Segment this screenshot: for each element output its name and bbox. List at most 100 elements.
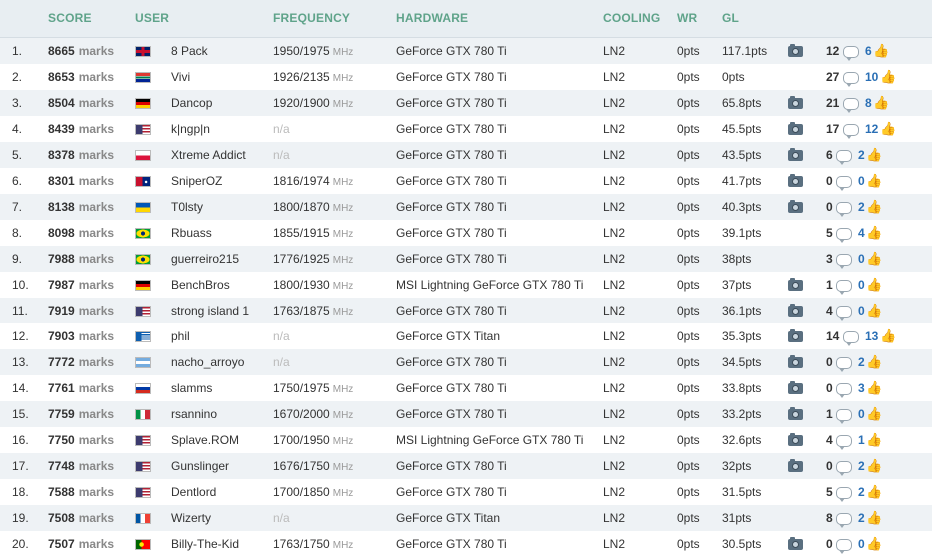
table-row[interactable]: 11. 7919 marks strong island 1 1763/1875 M… — [0, 297, 932, 324]
thumbs-up-icon[interactable]: 👍 — [866, 433, 882, 446]
table-row[interactable]: 7. 8138 marks T0lsty 1800/1870 MHz GeForce… — [0, 193, 932, 220]
user-link[interactable]: Billy-The-Kid — [171, 538, 239, 551]
table-row[interactable]: 13. 7772 marks nacho_arroyo n/a GeForce G… — [0, 349, 932, 376]
comment-icon[interactable] — [836, 175, 852, 191]
thumbs-up-icon[interactable]: 👍 — [866, 226, 882, 239]
thumbs-up-icon[interactable]: 👍 — [866, 252, 882, 265]
thumbs-up-icon[interactable]: 👍 — [866, 200, 882, 213]
user-link[interactable]: Dentlord — [171, 486, 216, 499]
thumbs-up-icon[interactable]: 👍 — [866, 459, 882, 472]
user-link[interactable]: T0lsty — [171, 200, 203, 214]
camera-icon[interactable] — [788, 355, 803, 369]
comment-icon[interactable] — [843, 123, 859, 139]
table-row[interactable]: 12. 7903 marks phil n/a GeForce GTX Titan… — [0, 323, 932, 350]
comment-icon[interactable] — [836, 149, 852, 165]
camera-icon[interactable] — [788, 303, 803, 317]
hardware-link[interactable]: GeForce GTX 780 Ti — [396, 122, 507, 136]
hardware-link[interactable]: GeForce GTX 780 Ti — [396, 382, 507, 395]
table-row[interactable]: 3. 8504 marks Dancop 1920/1900 MHz GeForce… — [0, 89, 932, 116]
camera-icon[interactable] — [788, 44, 803, 57]
camera-icon[interactable] — [788, 433, 803, 447]
table-row[interactable]: 10. 7987 marks BenchBros 1800/1930 MHz MSI… — [0, 271, 932, 298]
hardware-link[interactable]: MSI Lightning GeForce GTX 780 Ti — [396, 278, 583, 292]
user-link[interactable]: phil — [171, 330, 190, 343]
hardware-link[interactable]: GeForce GTX 780 Ti — [396, 486, 507, 499]
comment-icon[interactable] — [836, 487, 852, 503]
thumbs-up-icon[interactable]: 👍 — [866, 174, 882, 187]
camera-icon[interactable] — [788, 407, 803, 421]
thumbs-up-icon[interactable]: 👍 — [866, 537, 882, 550]
table-row[interactable]: 16. 7750 marks Splave.ROM 1700/1950 MHz MS… — [0, 427, 932, 454]
camera-icon[interactable] — [788, 121, 803, 135]
user-link[interactable]: Vivi — [171, 70, 190, 84]
thumbs-up-icon[interactable]: 👍 — [873, 44, 889, 57]
hardware-link[interactable]: GeForce GTX 780 Ti — [396, 252, 507, 266]
header-user[interactable]: USER — [135, 11, 169, 25]
thumbs-up-icon[interactable]: 👍 — [873, 96, 889, 109]
table-row[interactable]: 9. 7988 marks guerreiro215 1776/1925 MHz G… — [0, 245, 932, 272]
camera-icon[interactable] — [788, 199, 803, 213]
comment-icon[interactable] — [836, 539, 852, 555]
table-row[interactable]: 17. 7748 marks Gunslinger 1676/1750 MHz Ge… — [0, 453, 932, 480]
hardware-link[interactable]: GeForce GTX 780 Ti — [396, 148, 507, 162]
header-hardware[interactable]: HARDWARE — [396, 11, 468, 25]
user-link[interactable]: slamms — [171, 382, 212, 395]
user-link[interactable]: guerreiro215 — [171, 252, 239, 266]
thumbs-up-icon[interactable]: 👍 — [866, 278, 882, 291]
table-row[interactable]: 8. 8098 marks Rbuass 1855/1915 MHz GeForce… — [0, 219, 932, 246]
thumbs-up-icon[interactable]: 👍 — [866, 355, 882, 368]
hardware-link[interactable]: GeForce GTX 780 Ti — [396, 70, 507, 84]
comment-icon[interactable] — [836, 409, 852, 425]
user-link[interactable]: nacho_arroyo — [171, 356, 244, 369]
comment-icon[interactable] — [843, 331, 859, 347]
camera-icon[interactable] — [788, 95, 803, 109]
table-row[interactable]: 4. 8439 marks k|ngp|n n/a GeForce GTX 780… — [0, 115, 932, 142]
hardware-link[interactable]: MSI Lightning GeForce GTX 780 Ti — [396, 434, 583, 447]
user-link[interactable]: strong island 1 — [171, 304, 249, 318]
thumbs-up-icon[interactable]: 👍 — [866, 511, 882, 524]
user-link[interactable]: Splave.ROM — [171, 434, 239, 447]
header-wr[interactable]: WR — [677, 11, 697, 25]
header-gl[interactable]: GL — [722, 11, 739, 25]
table-row[interactable]: 20. 7507 marks Billy-The-Kid 1763/1750 MHz… — [0, 531, 932, 557]
thumbs-up-icon[interactable]: 👍 — [880, 122, 896, 135]
comment-icon[interactable] — [843, 46, 859, 61]
comment-icon[interactable] — [836, 435, 852, 451]
thumbs-up-icon[interactable]: 👍 — [866, 148, 882, 161]
user-link[interactable]: Dancop — [171, 96, 212, 110]
table-row[interactable]: 18. 7588 marks Dentlord 1700/1850 MHz GeFo… — [0, 479, 932, 506]
user-link[interactable]: Xtreme Addict — [171, 148, 246, 162]
user-link[interactable]: SniperOZ — [171, 174, 222, 188]
table-row[interactable]: 14. 7761 marks slamms 1750/1975 MHz GeForc… — [0, 375, 932, 402]
comment-icon[interactable] — [836, 279, 852, 295]
table-row[interactable]: 6. 8301 marks SniperOZ 1816/1974 MHz GeFor… — [0, 167, 932, 194]
thumbs-up-icon[interactable]: 👍 — [866, 304, 882, 317]
hardware-link[interactable]: GeForce GTX 780 Ti — [396, 538, 507, 551]
header-score[interactable]: SCORE — [48, 11, 92, 25]
camera-icon[interactable] — [788, 173, 803, 187]
user-link[interactable]: Rbuass — [171, 226, 212, 240]
hardware-link[interactable]: GeForce GTX 780 Ti — [396, 200, 507, 214]
comment-icon[interactable] — [836, 357, 852, 373]
hardware-link[interactable]: GeForce GTX 780 Ti — [396, 408, 507, 421]
comment-icon[interactable] — [836, 253, 852, 269]
comment-icon[interactable] — [836, 461, 852, 477]
thumbs-up-icon[interactable]: 👍 — [866, 407, 882, 420]
user-link[interactable]: BenchBros — [171, 278, 230, 292]
comment-icon[interactable] — [843, 97, 859, 113]
hardware-link[interactable]: GeForce GTX 780 Ti — [396, 174, 507, 188]
user-link[interactable]: 8 Pack — [171, 45, 208, 58]
header-cooling[interactable]: COOLING — [603, 11, 660, 25]
hardware-link[interactable]: GeForce GTX 780 Ti — [396, 96, 507, 110]
thumbs-up-icon[interactable]: 👍 — [880, 329, 896, 342]
table-row[interactable]: 1. 8665 marks 8 Pack 1950/1975 MHz GeForce… — [0, 38, 932, 64]
table-row[interactable]: 15. 7759 marks rsannino 1670/2000 MHz GeFo… — [0, 401, 932, 428]
hardware-link[interactable]: GeForce GTX 780 Ti — [396, 460, 507, 473]
table-row[interactable]: 2. 8653 marks Vivi 1926/2135 MHz GeForce G… — [0, 63, 932, 90]
thumbs-up-icon[interactable]: 👍 — [866, 485, 882, 498]
user-link[interactable]: k|ngp|n — [171, 122, 210, 136]
comment-icon[interactable] — [836, 201, 852, 217]
thumbs-up-icon[interactable]: 👍 — [866, 381, 882, 394]
hardware-link[interactable]: GeForce GTX 780 Ti — [396, 356, 507, 369]
hardware-link[interactable]: GeForce GTX Titan — [396, 330, 500, 343]
